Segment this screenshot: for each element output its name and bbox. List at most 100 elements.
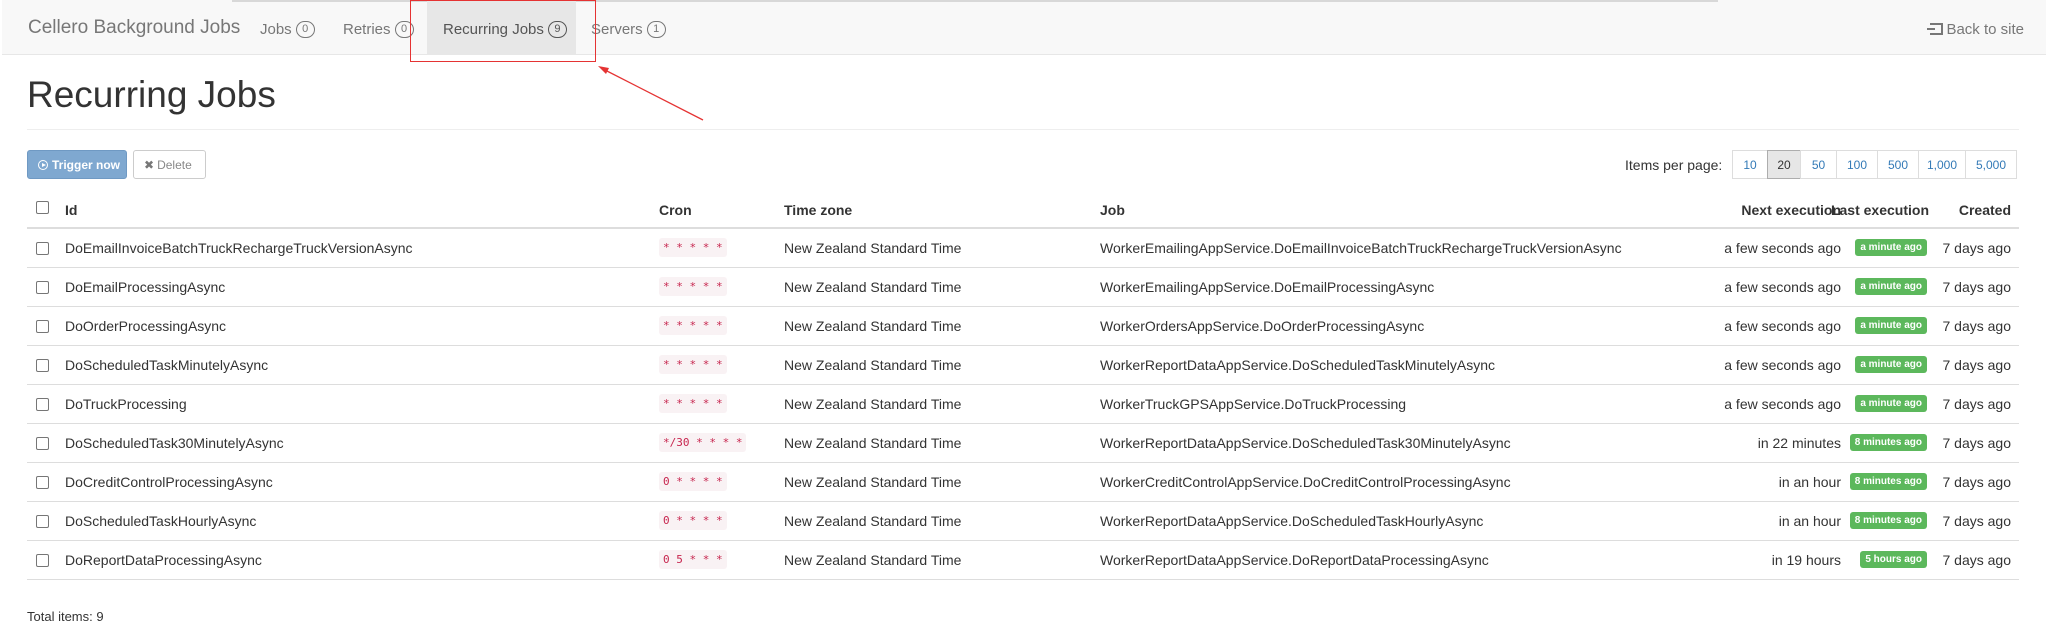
jobs-count-badge: 0: [295, 21, 315, 38]
select-all-checkbox[interactable]: [36, 201, 49, 214]
title-divider: [27, 129, 2019, 130]
cron-expression: * * * * *: [659, 394, 727, 413]
last-execution-badge[interactable]: 8 minutes ago: [1849, 473, 1927, 490]
job-id-link[interactable]: DoEmailProcessingAsync: [65, 279, 225, 295]
row-checkbox[interactable]: [36, 437, 49, 450]
page-size-100[interactable]: 100: [1836, 150, 1878, 179]
table-row: DoCreditControlProcessingAsync 0 * * * * N…: [27, 463, 2019, 502]
table-row: DoTruckProcessing * * * * * New Zealand St…: [27, 385, 2019, 424]
total-items: Total items: 9: [27, 609, 104, 624]
row-checkbox[interactable]: [36, 320, 49, 333]
job-method-cell: WorkerOrdersAppService.DoOrderProcessing…: [1100, 318, 1425, 334]
trigger-now-label: Trigger now: [52, 158, 121, 172]
page-size-1000[interactable]: 1,000: [1918, 150, 1966, 179]
row-checkbox[interactable]: [36, 242, 49, 255]
nav-jobs-label: Jobs: [260, 21, 292, 38]
page-size-selector: 10 20 50 100 500 1,000 5,000: [1732, 150, 2017, 179]
created-cell: 7 days ago: [1942, 357, 2012, 373]
table-row: DoOrderProcessingAsync * * * * * New Zeala…: [27, 307, 2019, 346]
table-row: DoScheduledTaskHourlyAsync 0 * * * * New Z…: [27, 502, 2019, 541]
items-per-page-label: Items per page:: [1625, 157, 1723, 173]
job-id-link[interactable]: DoCreditControlProcessingAsync: [65, 474, 273, 490]
job-id-link[interactable]: DoScheduledTaskHourlyAsync: [65, 513, 256, 529]
job-id-link[interactable]: DoTruckProcessing: [65, 396, 187, 412]
play-circle-icon: [38, 160, 48, 170]
last-execution-badge[interactable]: a minute ago: [1855, 356, 1927, 373]
timezone-cell: New Zealand Standard Time: [784, 396, 962, 412]
created-cell: 7 days ago: [1942, 240, 2012, 256]
last-execution-badge[interactable]: a minute ago: [1855, 278, 1927, 295]
col-timezone[interactable]: Time zone: [784, 202, 852, 218]
last-execution-badge[interactable]: a minute ago: [1855, 317, 1927, 334]
job-id-link[interactable]: DoEmailInvoiceBatchTruckRechargeTruckVer…: [65, 240, 413, 256]
trigger-now-button[interactable]: Trigger now: [27, 150, 127, 179]
created-cell: 7 days ago: [1942, 513, 2012, 529]
created-cell: 7 days ago: [1942, 279, 2012, 295]
job-id-link[interactable]: DoOrderProcessingAsync: [65, 318, 226, 334]
last-execution-badge[interactable]: 8 minutes ago: [1849, 434, 1927, 451]
brand-link[interactable]: Cellero Background Jobs: [28, 17, 240, 39]
row-checkbox[interactable]: [36, 515, 49, 528]
job-method-cell: WorkerEmailingAppService.DoEmailProcessi…: [1100, 279, 1435, 295]
job-method-cell: WorkerReportDataAppService.DoReportDataP…: [1100, 552, 1489, 568]
row-checkbox[interactable]: [36, 281, 49, 294]
timezone-cell: New Zealand Standard Time: [784, 513, 962, 529]
page-size-500[interactable]: 500: [1877, 150, 1919, 179]
back-to-site-link[interactable]: Back to site: [1927, 21, 2024, 38]
table-row: DoEmailInvoiceBatchTruckRechargeTruckVer…: [27, 229, 2019, 268]
cron-expression: 0 * * * *: [659, 511, 727, 530]
created-cell: 7 days ago: [1942, 396, 2012, 412]
next-execution-cell: a few seconds ago: [1724, 240, 1841, 256]
created-cell: 7 days ago: [1942, 318, 2012, 334]
job-id-link[interactable]: DoScheduledTaskMinutelyAsync: [65, 357, 268, 373]
next-execution-cell: a few seconds ago: [1724, 279, 1841, 295]
job-method-cell: WorkerEmailingAppService.DoEmailInvoiceB…: [1100, 240, 1622, 256]
page-size-5000[interactable]: 5,000: [1965, 150, 2017, 179]
created-cell: 7 days ago: [1942, 552, 2012, 568]
created-cell: 7 days ago: [1942, 435, 2012, 451]
nav-jobs[interactable]: Jobs 0: [259, 0, 329, 55]
cron-expression: */30 * * * *: [659, 433, 747, 452]
col-next-execution[interactable]: Next execution: [1741, 202, 1841, 218]
next-execution-cell: in 22 minutes: [1757, 435, 1841, 451]
row-checkbox[interactable]: [36, 554, 49, 567]
cron-expression: * * * * *: [659, 316, 727, 335]
last-execution-badge[interactable]: a minute ago: [1855, 395, 1927, 412]
job-id-link[interactable]: DoScheduledTask30MinutelyAsync: [65, 435, 284, 451]
last-execution-badge[interactable]: 8 minutes ago: [1849, 512, 1927, 529]
table-header: Id Cron Time zone Job Next execution Las…: [27, 196, 2019, 229]
job-id-link[interactable]: DoReportDataProcessingAsync: [65, 552, 262, 568]
next-execution-cell: in 19 hours: [1771, 552, 1841, 568]
table-row: DoScheduledTaskMinutelyAsync * * * * * New…: [27, 346, 2019, 385]
delete-button[interactable]: ✖ Delete: [133, 150, 206, 179]
cron-expression: * * * * *: [659, 238, 727, 257]
col-last-execution[interactable]: Last execution: [1831, 202, 1929, 218]
col-cron[interactable]: Cron: [659, 202, 692, 218]
page-size-20[interactable]: 20: [1767, 150, 1801, 179]
sign-out-icon: [1927, 23, 1944, 35]
timezone-cell: New Zealand Standard Time: [784, 318, 962, 334]
next-execution-cell: a few seconds ago: [1724, 396, 1841, 412]
created-cell: 7 days ago: [1942, 474, 2012, 490]
row-checkbox[interactable]: [36, 476, 49, 489]
table-row: DoReportDataProcessingAsync 0 5 * * * New …: [27, 541, 2019, 580]
page-size-10[interactable]: 10: [1732, 150, 1768, 179]
nav-servers-label: Servers: [591, 21, 643, 38]
last-execution-badge[interactable]: 5 hours ago: [1860, 551, 1927, 568]
timezone-cell: New Zealand Standard Time: [784, 357, 962, 373]
page-size-50[interactable]: 50: [1800, 150, 1837, 179]
nav-servers[interactable]: Servers 1: [591, 0, 681, 55]
job-method-cell: WorkerTruckGPSAppService.DoTruckProcessi…: [1100, 396, 1407, 412]
highlight-box: [410, 0, 596, 62]
timezone-cell: New Zealand Standard Time: [784, 474, 962, 490]
timezone-cell: New Zealand Standard Time: [784, 240, 962, 256]
cron-expression: * * * * *: [659, 277, 727, 296]
back-to-site-label: Back to site: [1946, 21, 2024, 38]
row-checkbox[interactable]: [36, 398, 49, 411]
col-id[interactable]: Id: [65, 202, 77, 218]
cron-expression: * * * * *: [659, 355, 727, 374]
row-checkbox[interactable]: [36, 359, 49, 372]
col-created[interactable]: Created: [1959, 202, 2011, 218]
col-job[interactable]: Job: [1100, 202, 1125, 218]
last-execution-badge[interactable]: a minute ago: [1855, 239, 1927, 256]
